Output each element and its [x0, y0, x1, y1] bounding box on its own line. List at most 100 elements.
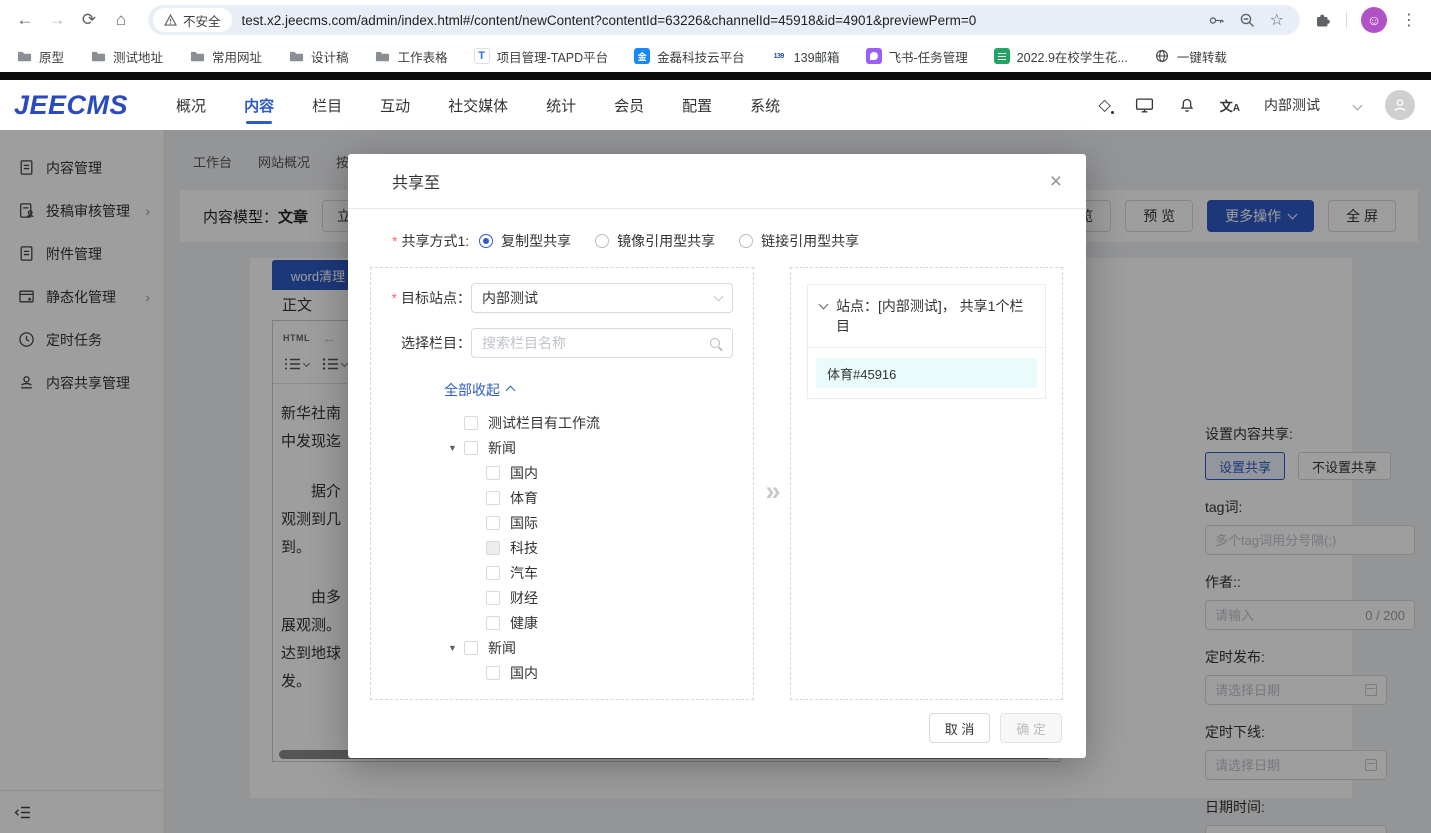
bookmark-label: 测试地址	[113, 47, 163, 66]
tree-node-label: 汽车	[510, 563, 538, 583]
tree-node-6[interactable]: 汽车	[371, 560, 753, 585]
tree-checkbox[interactable]	[486, 491, 500, 505]
tree-node-label: 科技	[510, 538, 538, 558]
tree-node-0[interactable]: 测试栏目有工作流	[371, 410, 753, 435]
bookmark-item-5[interactable]: T项目管理-TAPD平台	[474, 47, 609, 66]
bookmark-label: 设计稿	[311, 47, 349, 66]
nav-tab-6[interactable]: 会员	[614, 81, 644, 130]
nav-tab-4[interactable]: 社交媒体	[448, 81, 508, 130]
share-mode-option-0[interactable]: 复制型共享	[479, 231, 571, 251]
channel-search-row: 选择栏目：	[371, 328, 733, 358]
browser-menu-icon[interactable]: ⋮	[1401, 10, 1417, 30]
tree-node-8[interactable]: 健康	[371, 610, 753, 635]
bookmark-item-6[interactable]: 金金磊科技云平台	[634, 47, 745, 66]
extensions-icon[interactable]	[1314, 11, 1332, 29]
confirm-button[interactable]: 确 定	[1000, 713, 1062, 743]
nav-tab-1[interactable]: 内容	[244, 81, 274, 130]
radio-icon	[595, 234, 609, 248]
nav-tab-5[interactable]: 统计	[546, 81, 576, 130]
shared-channel-item-0[interactable]: 体育#45916	[816, 358, 1037, 388]
radio-label: 复制型共享	[501, 231, 571, 251]
tree-node-4[interactable]: 国际	[371, 510, 753, 535]
nav-tab-0[interactable]: 概况	[176, 81, 206, 130]
home-icon[interactable]: ⌂	[106, 5, 136, 35]
channel-tree: 测试栏目有工作流▼新闻国内体育国际科技汽车财经健康▼新闻国内	[371, 410, 753, 685]
bookmark-item-2[interactable]: 常用网址	[189, 47, 262, 66]
forward-icon[interactable]: →	[42, 5, 72, 35]
nav-tab-3[interactable]: 互动	[380, 81, 410, 130]
tree-node-10[interactable]: 国内	[371, 660, 753, 685]
app-header: JEECMS 概况内容栏目互动社交媒体统计会员配置系统 ◇ 文A 内部测试	[0, 80, 1431, 130]
skin-icon[interactable]: ◇	[1098, 95, 1110, 115]
security-badge[interactable]: 不安全	[153, 8, 232, 32]
sheet-favicon-icon	[994, 48, 1010, 64]
chevron-up-icon	[506, 385, 516, 395]
target-site-label: *目标站点：	[371, 288, 471, 308]
tree-node-3[interactable]: 体育	[371, 485, 753, 510]
tree-checkbox[interactable]	[486, 466, 500, 480]
tree-checkbox[interactable]	[464, 416, 478, 430]
translate-icon[interactable]: 文A	[1220, 96, 1240, 115]
bookmark-item-4[interactable]: 工作表格	[375, 47, 448, 66]
tree-node-7[interactable]: 财经	[371, 585, 753, 610]
jinlei-favicon-icon: 金	[634, 48, 650, 64]
bookmark-item-0[interactable]: 原型	[16, 47, 64, 66]
bell-icon[interactable]	[1178, 96, 1196, 114]
bookmark-item-8[interactable]: 飞书-任务管理	[866, 47, 968, 66]
site-chevron-down-icon[interactable]	[1353, 100, 1363, 110]
tree-checkbox[interactable]	[464, 641, 478, 655]
zoom-out-icon[interactable]	[1239, 12, 1256, 29]
tree-node-5[interactable]: 科技	[371, 535, 753, 560]
close-icon[interactable]: ×	[1050, 171, 1062, 192]
person-icon	[1391, 96, 1409, 114]
back-icon[interactable]: ←	[10, 5, 40, 35]
nav-tab-7[interactable]: 配置	[682, 81, 712, 130]
result-header[interactable]: 站点：[内部测试]， 共享1个栏目	[808, 285, 1045, 348]
tree-checkbox[interactable]	[486, 666, 500, 680]
target-site-select[interactable]: 内部测试	[471, 283, 733, 313]
browser-profile-avatar[interactable]: ☺	[1361, 7, 1387, 33]
address-bar[interactable]: 不安全 test.x2.jeecms.com/admin/index.html#…	[148, 5, 1300, 35]
reload-icon[interactable]: ⟳	[74, 5, 104, 35]
target-site-row: *目标站点： 内部测试	[371, 283, 733, 313]
bookmark-star-icon[interactable]: ☆	[1270, 10, 1284, 30]
result-card: 站点：[内部测试]， 共享1个栏目 体育#45916	[807, 284, 1046, 399]
bookmark-item-1[interactable]: 测试地址	[90, 47, 163, 66]
collapse-all-link[interactable]: 全部收起	[444, 380, 753, 400]
bookmark-item-7[interactable]: 139139邮箱	[771, 47, 840, 66]
folder-favicon-icon	[288, 48, 304, 64]
share-mode-label: 共享方式1:	[401, 231, 469, 251]
bookmark-item-9[interactable]: 2022.9在校学生花...	[994, 47, 1128, 66]
tree-checkbox	[486, 541, 500, 555]
dialog-footer: 取 消 确 定	[929, 713, 1062, 743]
share-mode-option-1[interactable]: 镜像引用型共享	[595, 231, 715, 251]
bookmark-item-10[interactable]: 一键转载	[1154, 47, 1227, 66]
caret-down-icon[interactable]: ▼	[448, 643, 464, 653]
tree-node-2[interactable]: 国内	[371, 460, 753, 485]
tapd-favicon-icon: T	[474, 48, 490, 64]
key-icon[interactable]	[1208, 12, 1225, 29]
tree-checkbox[interactable]	[486, 566, 500, 580]
cancel-button[interactable]: 取 消	[929, 713, 991, 743]
nav-tab-2[interactable]: 栏目	[312, 81, 342, 130]
tree-checkbox[interactable]	[486, 616, 500, 630]
result-chevron-down-icon	[819, 300, 829, 310]
user-avatar[interactable]	[1385, 90, 1415, 120]
tree-node-1[interactable]: ▼新闻	[371, 435, 753, 460]
radio-label: 镜像引用型共享	[617, 231, 715, 251]
search-icon	[710, 338, 720, 348]
globe-favicon-icon	[1154, 48, 1170, 64]
tree-node-label: 体育	[510, 488, 538, 508]
current-site[interactable]: 内部测试	[1264, 95, 1320, 115]
nav-tab-8[interactable]: 系统	[750, 81, 780, 130]
channel-search-field[interactable]	[471, 328, 733, 358]
bookmark-item-3[interactable]: 设计稿	[288, 47, 349, 66]
channel-search-input[interactable]	[482, 335, 710, 351]
tree-checkbox[interactable]	[486, 591, 500, 605]
caret-down-icon[interactable]: ▼	[448, 443, 464, 453]
tree-node-9[interactable]: ▼新闻	[371, 635, 753, 660]
tree-checkbox[interactable]	[486, 516, 500, 530]
share-mode-option-2[interactable]: 链接引用型共享	[739, 231, 859, 251]
monitor-icon[interactable]	[1135, 96, 1154, 114]
tree-checkbox[interactable]	[464, 441, 478, 455]
